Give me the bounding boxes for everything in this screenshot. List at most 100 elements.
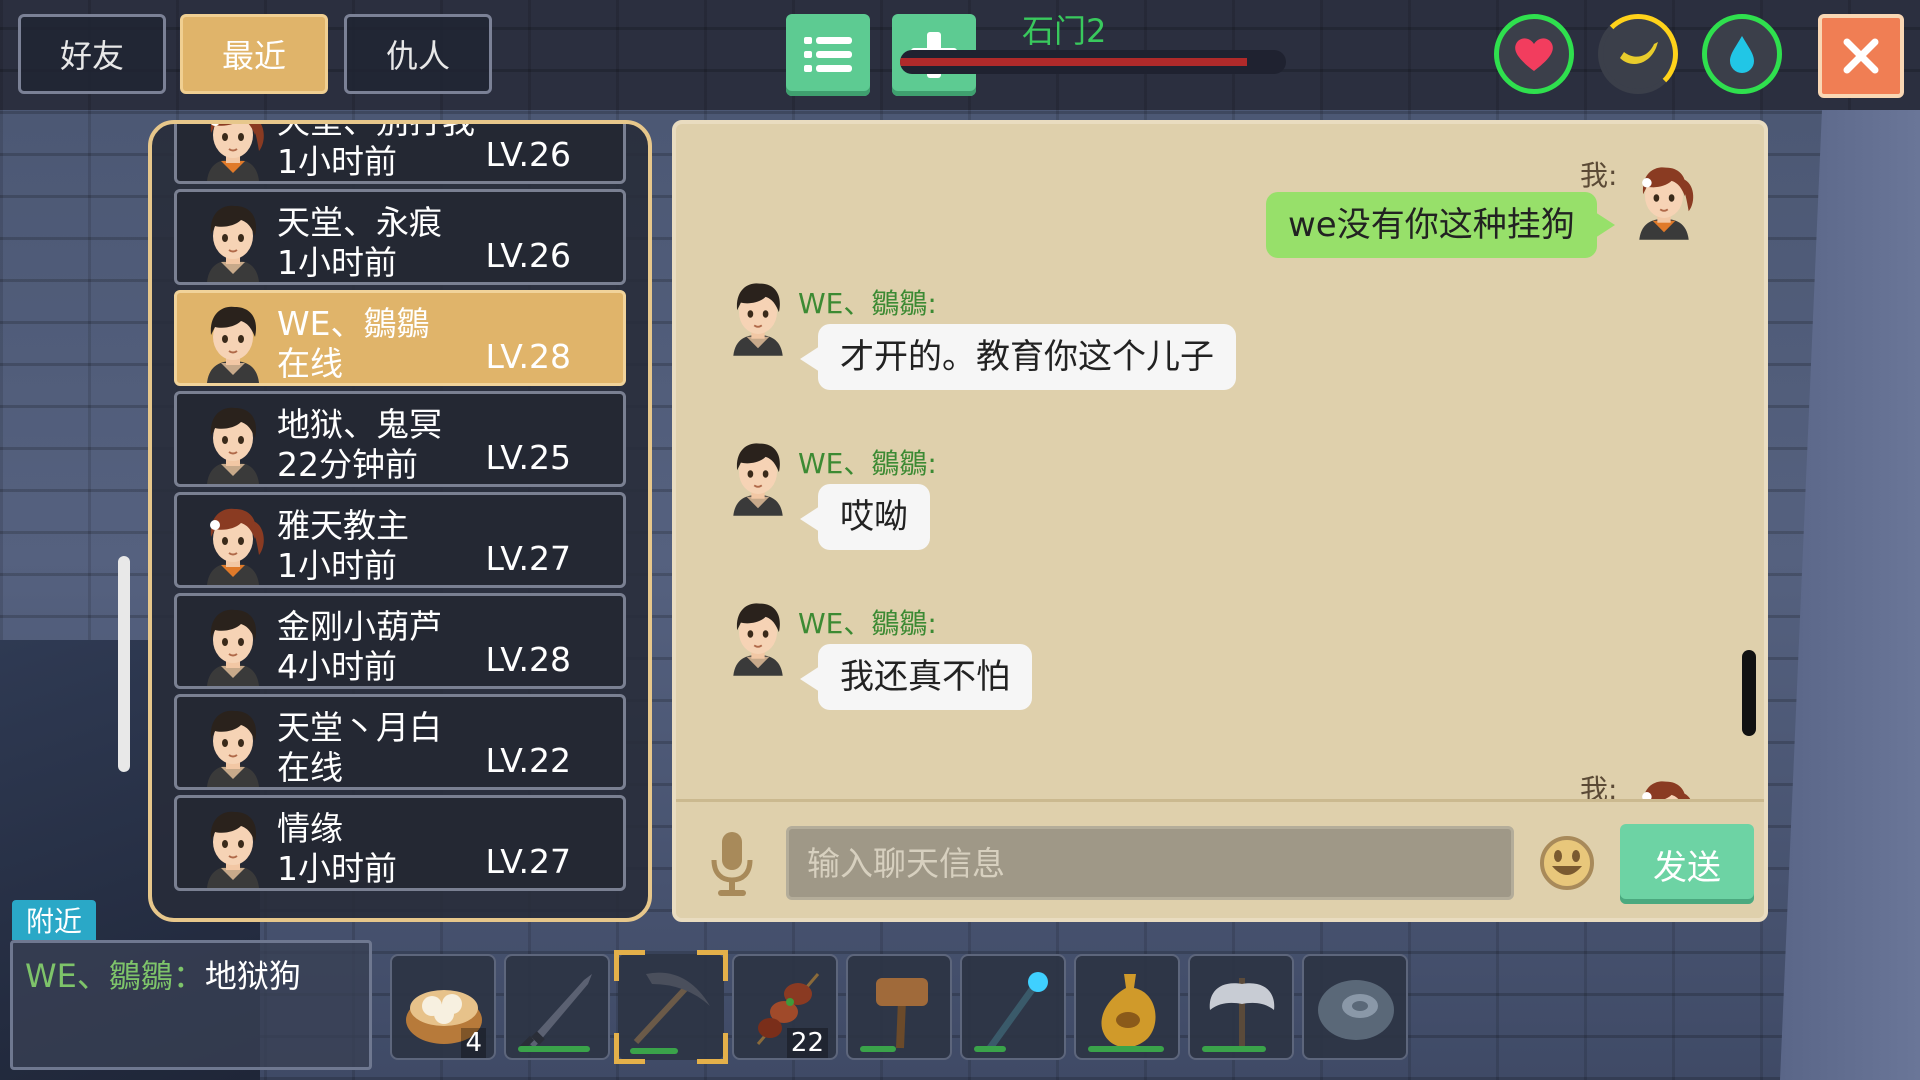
chat-bubble-other: 才开的。教育你这个儿子	[800, 324, 1236, 390]
tab-recent[interactable]: 最近	[180, 14, 328, 94]
nearby-chat-box[interactable]: WE、鶵鶵：地狱狗	[10, 940, 372, 1070]
hotbar-slot[interactable]: 4	[390, 954, 496, 1060]
avatar-portrait-icon	[733, 443, 783, 516]
friend-list-scroll[interactable]: 天堂、别打我 1小时前 LV.26 天堂、永痕 1小时前 LV.26 WE、鶵鶵 在线 LV.2…	[174, 124, 626, 896]
dark-sword-icon	[519, 974, 592, 1051]
recent-friends-list[interactable]: 天堂、别打我 1小时前 LV.26 天堂、永痕 1小时前 LV.26 WE、鶵鶵 在线 LV.2…	[148, 120, 652, 922]
friend-last-seen: 22分钟前	[277, 445, 418, 484]
chat-input-bar: 发送	[676, 799, 1764, 918]
avatar-portrait-icon	[1639, 167, 1694, 240]
avatar-portrait-icon	[733, 603, 783, 676]
selection-bracket	[614, 1033, 645, 1064]
chat-bubble-mine: we没有你这种挂狗	[1266, 192, 1615, 258]
chat-scrollbar[interactable]	[1742, 650, 1756, 736]
chat-avatar[interactable]	[1626, 160, 1702, 244]
avatar-portrait-icon	[207, 124, 264, 181]
friend-last-seen: 1小时前	[277, 546, 397, 585]
friend-last-seen: 1小时前	[277, 142, 397, 181]
chat-avatar[interactable]	[720, 276, 796, 360]
chat-avatar[interactable]	[720, 436, 796, 520]
chat-panel: 我: we没有你这种挂狗 WE、鶵鶵: 才开的。教育你这个儿子 WE、鶵鶵: 哎…	[672, 120, 1768, 922]
friend-row[interactable]: 金刚小葫芦 4小时前 LV.28	[174, 593, 626, 689]
message-sender: WE、鶵鶵:	[798, 607, 937, 640]
chat-avatar[interactable]	[720, 596, 796, 680]
selection-bracket	[697, 950, 728, 981]
tab-enemies[interactable]: 仇人	[344, 14, 492, 94]
friend-avatar	[193, 602, 273, 686]
tab-friends[interactable]: 好友	[18, 14, 166, 94]
banana-icon	[1620, 42, 1658, 64]
nearby-channel-tag[interactable]: 附近	[12, 900, 96, 940]
hotbar-slot[interactable]	[614, 950, 728, 1064]
selection-bracket	[697, 1033, 728, 1064]
friend-last-seen: 1小时前	[277, 849, 397, 888]
friend-avatar	[193, 501, 273, 585]
water-gourd-icon	[1101, 974, 1156, 1048]
friend-last-seen: 1小时前	[277, 243, 397, 282]
item-count: 4	[461, 1028, 486, 1058]
selection-bracket	[614, 950, 645, 981]
stone-hammer-icon	[876, 978, 928, 1049]
battle-axe-icon	[1209, 978, 1275, 1048]
friend-avatar	[193, 198, 273, 282]
avatar-portrait-icon	[207, 205, 259, 282]
chat-message-input[interactable]	[786, 826, 1514, 900]
friend-avatar	[193, 703, 273, 787]
hunger-indicator	[1598, 14, 1678, 94]
chat-message-area[interactable]: 我: we没有你这种挂狗 WE、鶵鶵: 才开的。教育你这个儿子 WE、鶵鶵: 哎…	[676, 124, 1764, 804]
friend-avatar	[193, 400, 273, 484]
my-name-label: 我:	[1580, 159, 1618, 192]
friend-row[interactable]: 天堂、别打我 1小时前 LV.26	[174, 124, 626, 184]
avatar-portrait-icon	[207, 609, 259, 686]
server-health-bar	[900, 50, 1286, 74]
water-drop-icon	[1730, 36, 1754, 73]
friend-level: LV.28	[485, 640, 571, 679]
friend-last-seen: 4小时前	[277, 647, 397, 686]
friend-level: LV.27	[485, 842, 571, 881]
hotbar-slot[interactable]: 22	[732, 954, 838, 1060]
friend-row[interactable]: 天堂丶月白 在线 LV.22	[174, 694, 626, 790]
hotbar-slot[interactable]	[504, 954, 610, 1060]
hotbar-slot[interactable]	[1188, 954, 1294, 1060]
nearby-sender: WE、鶵鶵：	[25, 957, 205, 995]
close-icon	[1843, 38, 1879, 74]
message-sender: WE、鶵鶵:	[798, 447, 937, 480]
friend-row[interactable]: 情缘 1小时前 LV.27	[174, 795, 626, 891]
item-count: 22	[786, 1028, 828, 1058]
hotbar-slot[interactable]	[1302, 954, 1408, 1060]
friend-row[interactable]: 雅天教主 1小时前 LV.27	[174, 492, 626, 588]
durability-bar	[974, 1046, 1006, 1052]
friend-list-scrollbar[interactable]	[118, 556, 130, 772]
friend-level: LV.28	[485, 337, 571, 376]
avatar-portrait-icon	[207, 710, 259, 787]
hotbar-slot[interactable]	[1074, 954, 1180, 1060]
friend-level: LV.22	[485, 741, 571, 780]
send-button[interactable]: 发送	[1620, 824, 1754, 904]
microphone-icon[interactable]	[710, 830, 754, 898]
hotbar-slot[interactable]	[846, 954, 952, 1060]
list-icon	[804, 37, 852, 72]
friend-row[interactable]: 地狱、鬼冥 22分钟前 LV.25	[174, 391, 626, 487]
nearby-message: WE、鶵鶵：地狱狗	[25, 951, 301, 997]
stone-disc-icon	[1318, 980, 1394, 1040]
durability-bar	[860, 1046, 896, 1052]
friend-avatar	[193, 299, 273, 383]
friend-last-seen: 在线	[277, 344, 343, 383]
hotbar-slot[interactable]	[960, 954, 1066, 1060]
friend-last-seen: 在线	[277, 748, 343, 787]
chat-bubble-other: 我还真不怕	[800, 644, 1032, 710]
friend-row[interactable]: 天堂、永痕 1小时前 LV.26	[174, 189, 626, 285]
close-button[interactable]	[1818, 14, 1904, 98]
health-indicator	[1494, 14, 1574, 94]
friend-level: LV.26	[485, 135, 571, 174]
friend-avatar	[193, 124, 273, 181]
menu-list-button[interactable]	[786, 14, 870, 96]
friend-row[interactable]: WE、鶵鶵 在线 LV.28	[174, 290, 626, 386]
smiley-icon[interactable]	[1538, 834, 1596, 892]
avatar-portrait-icon	[207, 306, 259, 383]
durability-bar	[1202, 1046, 1266, 1052]
avatar-portrait-icon	[207, 811, 259, 888]
avatar-portrait-icon	[733, 283, 783, 356]
friend-level: LV.25	[485, 438, 571, 477]
nearby-text: 地狱狗	[204, 957, 301, 995]
